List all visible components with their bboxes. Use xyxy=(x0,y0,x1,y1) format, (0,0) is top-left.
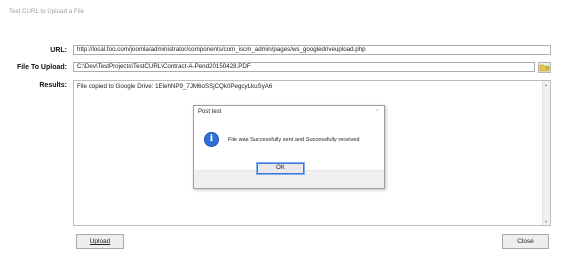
dialog-close-icon[interactable]: × xyxy=(375,108,379,114)
window-title: Test CURL to Upload a File xyxy=(9,9,85,15)
results-label: Results: xyxy=(39,82,67,89)
file-path-input[interactable]: C:\Dev\TestProjects\TestCURL\Contract-A-… xyxy=(73,62,535,72)
url-input[interactable]: http://local.foo.com/joomla/administrato… xyxy=(73,45,551,55)
upload-button[interactable]: Upload xyxy=(76,234,124,249)
info-icon: i xyxy=(204,132,219,147)
url-label: URL: xyxy=(50,47,67,54)
ok-button[interactable]: OK xyxy=(256,162,305,175)
scroll-down-arrow-icon[interactable]: ▼ xyxy=(544,219,548,224)
folder-icon xyxy=(539,64,550,72)
scroll-up-arrow-icon[interactable]: ▲ xyxy=(544,82,548,87)
file-to-upload-label: File To Upload: xyxy=(16,64,67,71)
browse-button[interactable] xyxy=(538,62,551,73)
results-text: File copied to Google Drive: 1ElehNP9_7J… xyxy=(77,83,273,90)
dialog-message: File was Successfully sent and Successfu… xyxy=(228,137,360,143)
close-button[interactable]: Close xyxy=(502,234,549,249)
dialog-title: Post test xyxy=(198,109,222,115)
results-scrollbar[interactable]: ▲ ▼ xyxy=(542,81,550,225)
upload-button-label: Upload xyxy=(89,238,111,245)
post-test-dialog: Post test × i File was Successfully sent… xyxy=(193,105,385,189)
